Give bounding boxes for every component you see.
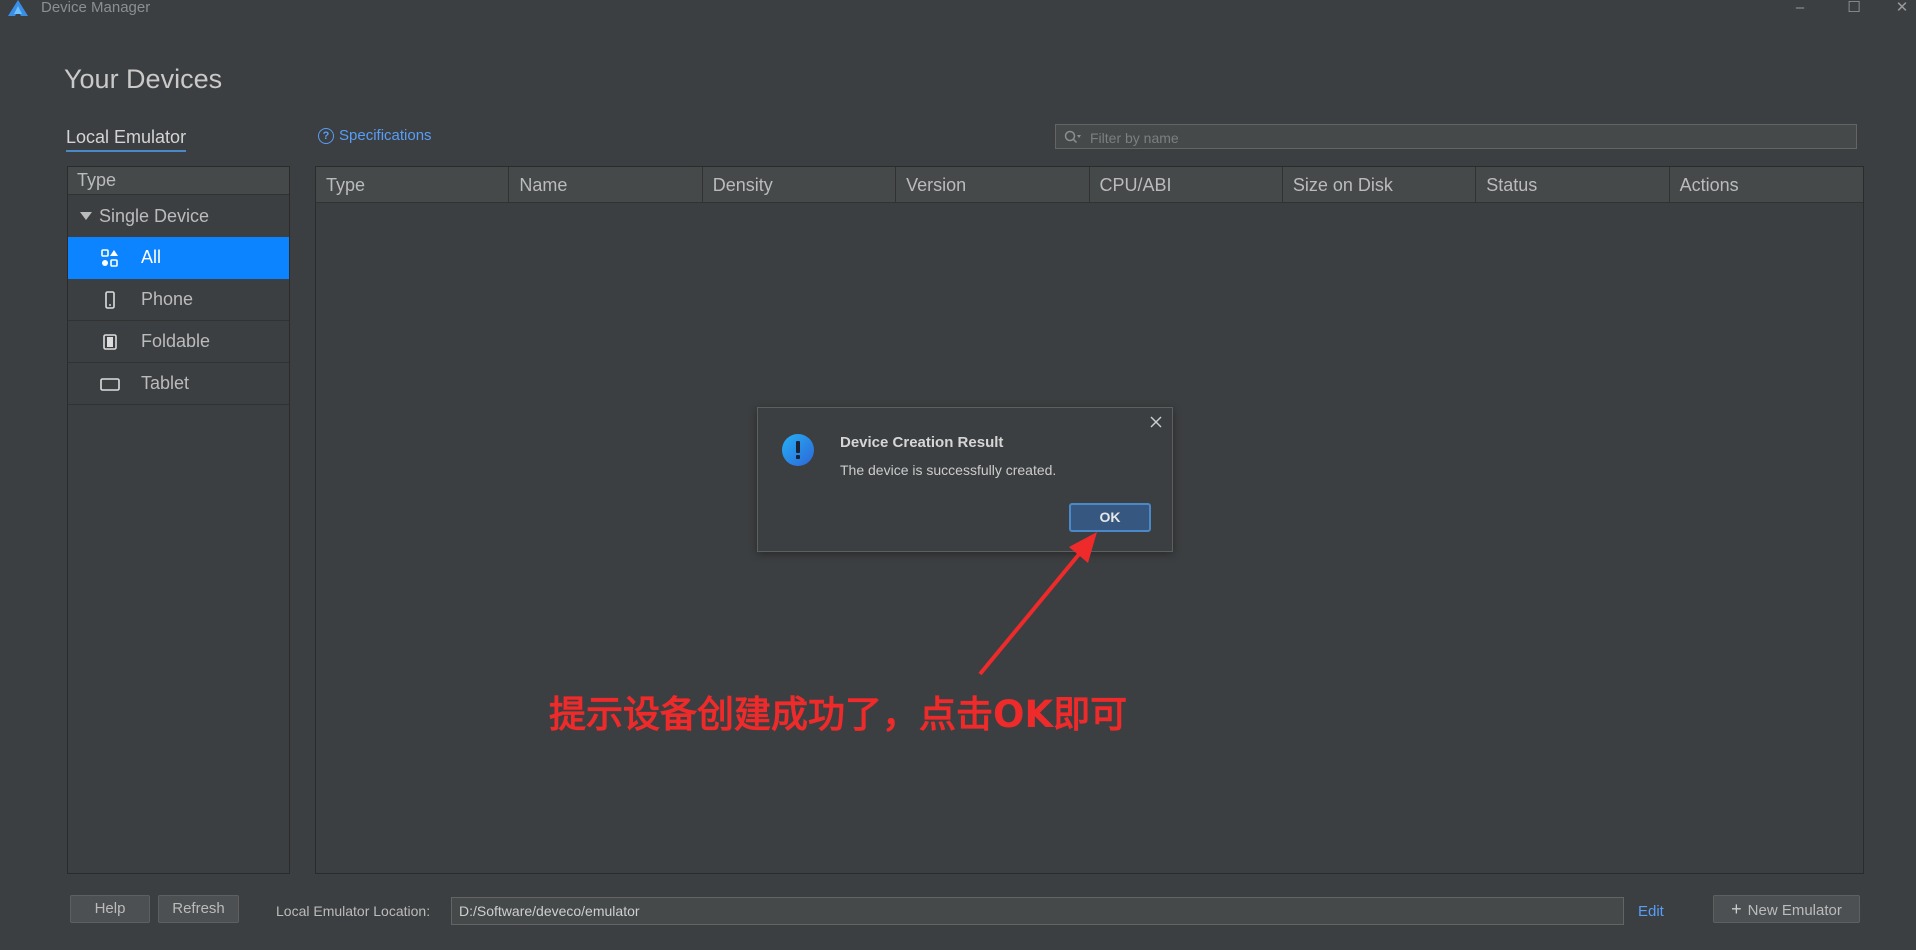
location-label: Local Emulator Location: [276,903,431,919]
emulator-location-input[interactable] [451,897,1624,925]
annotation-arrow-line [978,545,1087,676]
edit-link[interactable]: Edit [1638,903,1664,920]
refresh-button[interactable]: Refresh [158,895,239,923]
annotation-text: 提示设备创建成功了，点击OK即可 [549,693,1128,736]
annotation-arrow [978,532,1097,676]
new-emulator-button[interactable]: + New Emulator [1713,895,1860,923]
new-emulator-label: New Emulator [1747,902,1842,919]
help-button[interactable]: Help [70,895,150,923]
plus-icon: + [1731,899,1742,919]
